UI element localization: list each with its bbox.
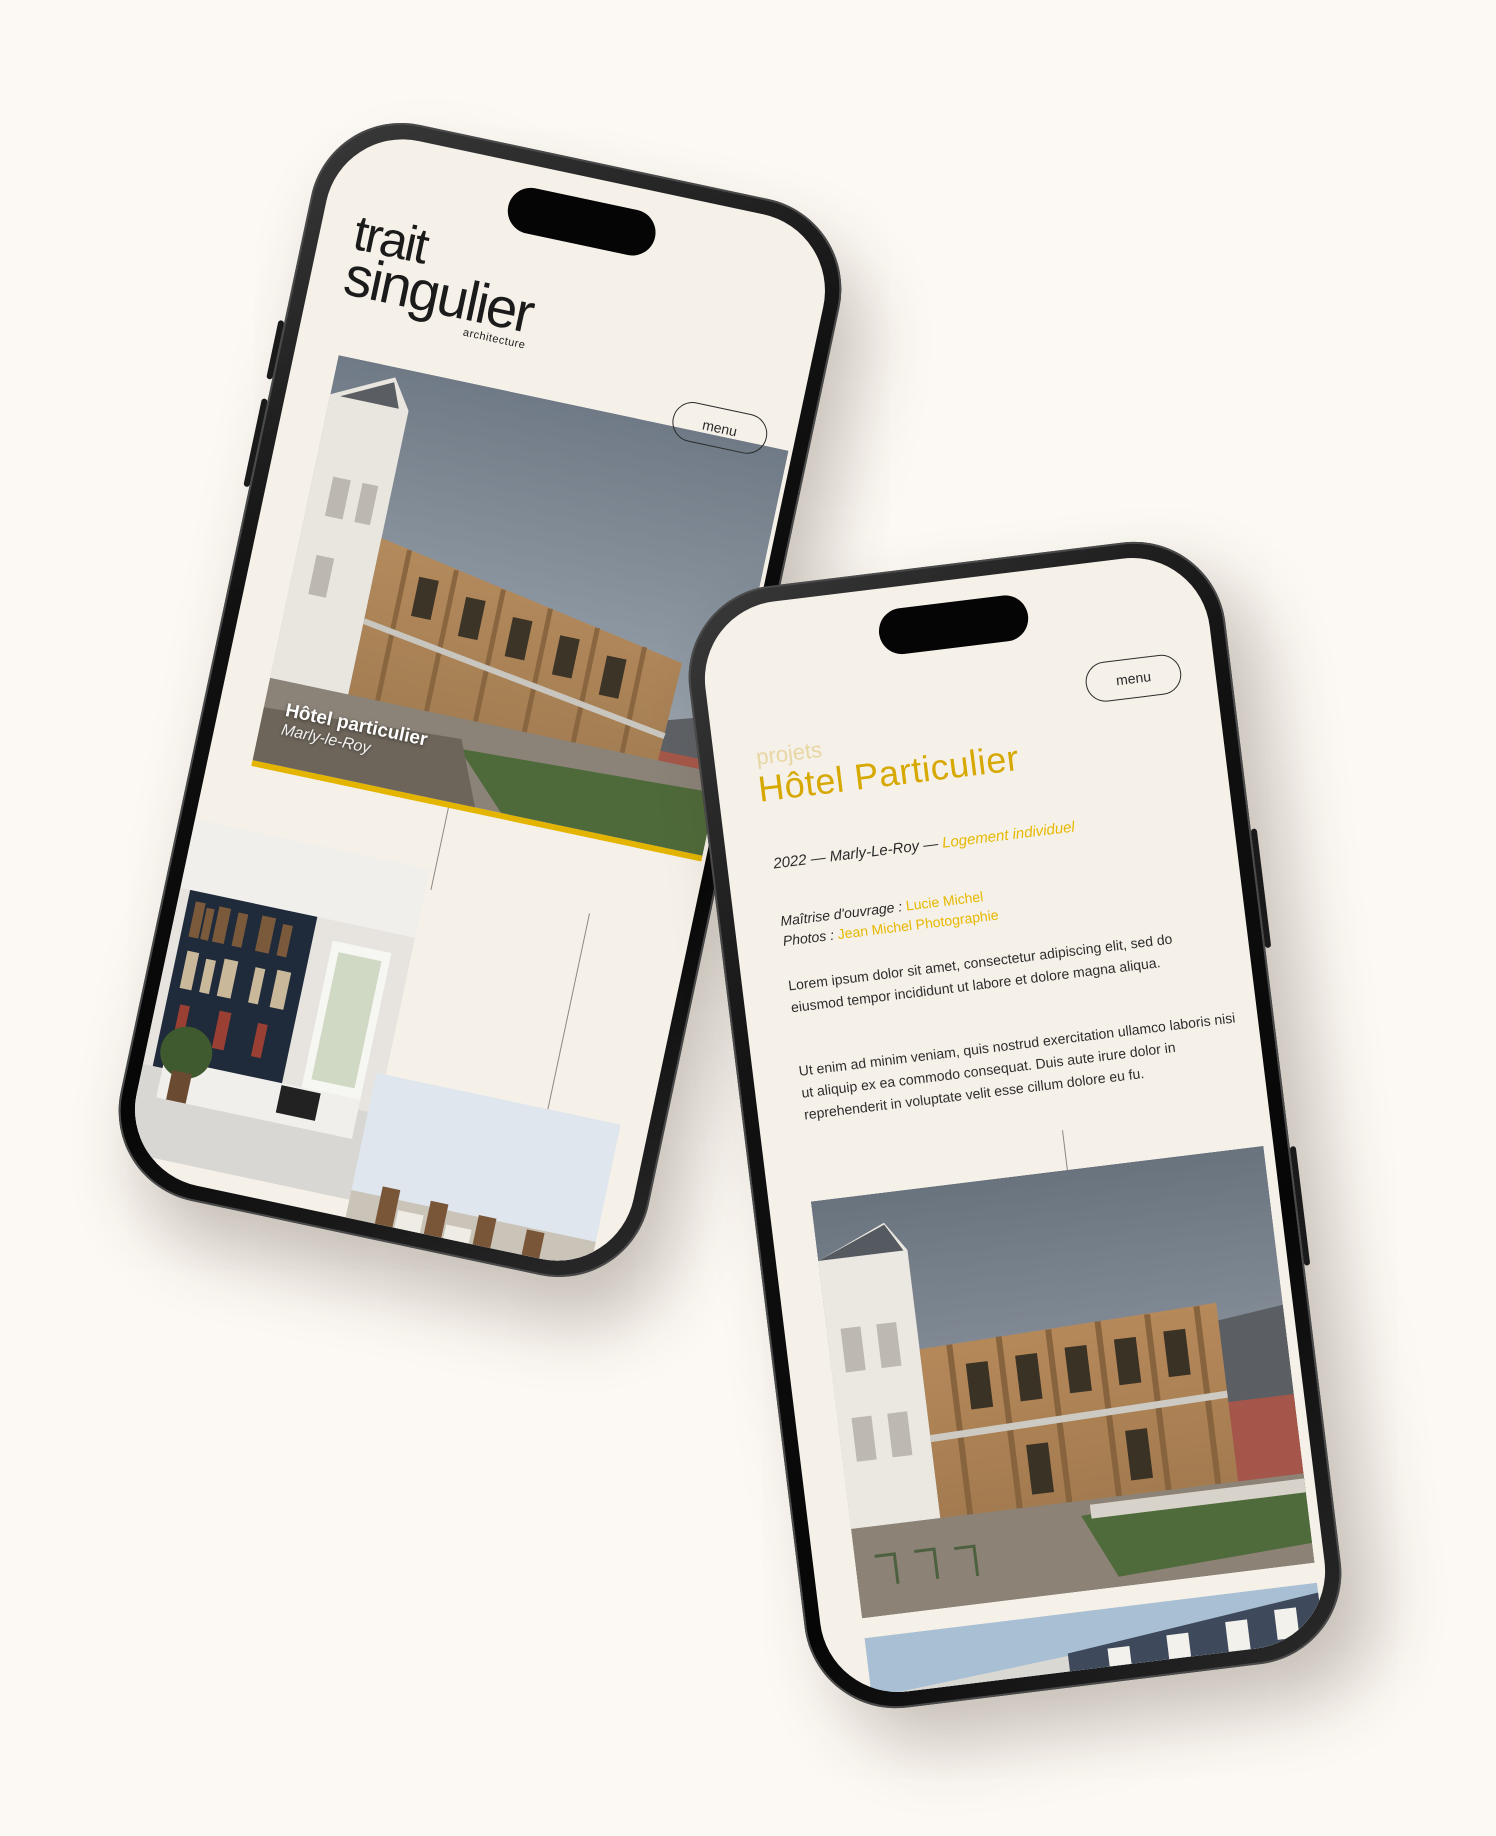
- power-button: [1250, 828, 1272, 949]
- volume-down-button: [243, 398, 268, 488]
- project-card-street[interactable]: [330, 1072, 621, 1276]
- phone-right: menu projets Hôtel Particulier 2022 — Ma…: [678, 531, 1352, 1719]
- mockup-stage: trait singulier architecture menu Hôtel …: [0, 0, 1496, 1836]
- volume-up-button: [266, 319, 285, 380]
- project-location: Marly-Le-Roy: [828, 837, 921, 866]
- project-category[interactable]: Logement individuel: [941, 819, 1076, 852]
- building-photo: [810, 1145, 1315, 1619]
- description-paragraph: Ut enim ad minim veniam, quis nostrud ex…: [797, 1009, 1237, 1123]
- brand-logo[interactable]: trait singulier architecture: [338, 204, 546, 351]
- project-year: 2022: [772, 851, 808, 873]
- dynamic-island: [876, 592, 1031, 657]
- meta-separator: —: [922, 835, 940, 855]
- street-photo: [330, 1072, 621, 1276]
- menu-button[interactable]: menu: [1083, 652, 1184, 704]
- phone-right-screen: menu projets Hôtel Particulier 2022 — Ma…: [695, 549, 1335, 1701]
- photos-label: Photos :: [781, 926, 835, 949]
- project-credits: Maîtrise d'ouvrage : Lucie Michel Photos…: [779, 885, 999, 951]
- meta-separator: —: [809, 849, 827, 868]
- side-button: [1289, 1145, 1311, 1266]
- project-photo-main[interactable]: [810, 1145, 1315, 1619]
- divider-line: [430, 801, 451, 891]
- project-meta: 2022 — Marly-Le-Roy — Logement individue…: [772, 819, 1075, 873]
